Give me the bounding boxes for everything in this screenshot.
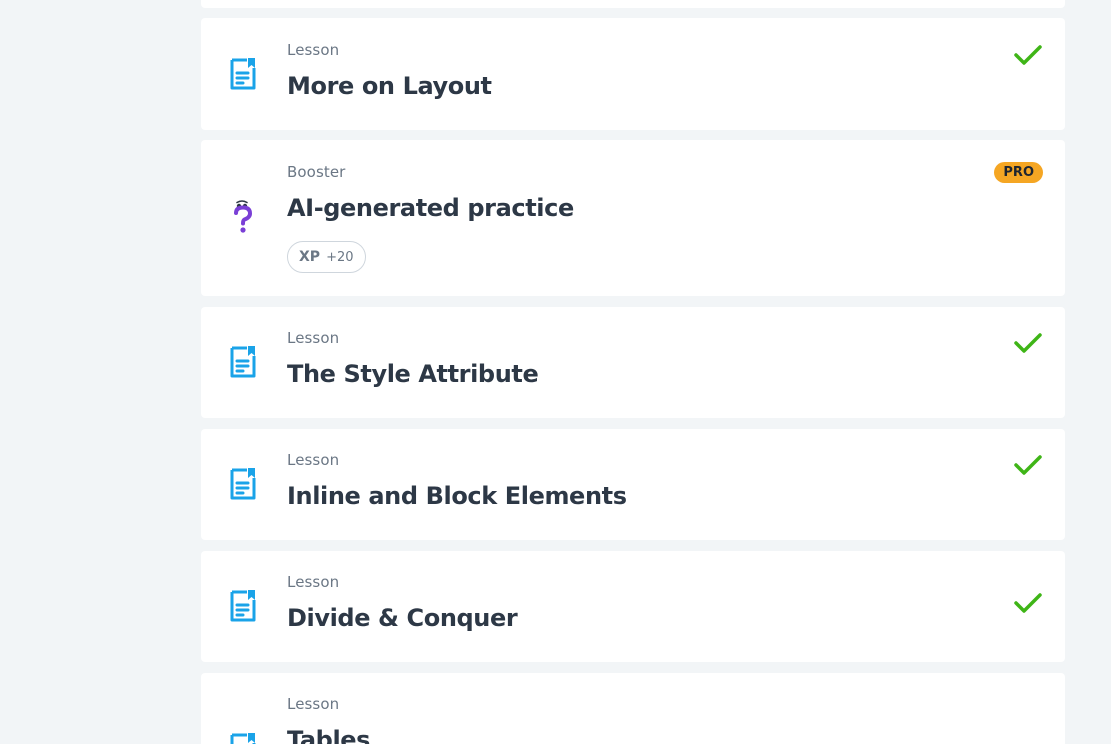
lesson-title: Tables <box>287 726 371 744</box>
lesson-card[interactable]: Lesson The Style Attribute <box>201 307 1065 418</box>
lesson-type-label: Lesson <box>287 41 340 59</box>
lesson-type-label: Lesson <box>287 573 340 591</box>
question-mark-icon <box>234 200 253 233</box>
booster-type-label: Booster <box>287 163 346 181</box>
xp-label: XP <box>299 249 321 265</box>
xp-value: +20 <box>326 249 354 265</box>
lesson-title: The Style Attribute <box>287 360 539 388</box>
document-bookmark-icon <box>230 58 256 90</box>
check-icon <box>1014 333 1042 353</box>
booster-title: AI-generated practice <box>287 194 574 222</box>
document-bookmark-icon <box>230 468 256 500</box>
check-icon <box>1014 45 1042 65</box>
lesson-card[interactable]: Lesson More on Layout <box>201 18 1065 130</box>
lesson-card[interactable]: Lesson Inline and Block Elements <box>201 429 1065 540</box>
lesson-title: Inline and Block Elements <box>287 482 627 510</box>
document-bookmark-icon <box>230 733 256 744</box>
lesson-type-label: Lesson <box>287 451 340 469</box>
lesson-card[interactable]: Lesson Divide & Conquer <box>201 551 1065 662</box>
document-bookmark-icon <box>230 590 256 622</box>
document-bookmark-icon <box>230 346 256 378</box>
check-icon <box>1014 455 1042 475</box>
lesson-card-previous[interactable] <box>201 0 1065 8</box>
lesson-type-label: Lesson <box>287 329 340 347</box>
lesson-title: Divide & Conquer <box>287 604 518 632</box>
booster-card[interactable]: Booster AI-generated practice PRO XP +20 <box>201 140 1065 296</box>
lesson-card[interactable]: Lesson Tables <box>201 673 1065 744</box>
lesson-title: More on Layout <box>287 72 492 100</box>
pro-badge: PRO <box>994 162 1043 183</box>
lesson-type-label: Lesson <box>287 695 340 713</box>
xp-chip: XP +20 <box>287 241 366 273</box>
check-icon <box>1014 593 1042 613</box>
